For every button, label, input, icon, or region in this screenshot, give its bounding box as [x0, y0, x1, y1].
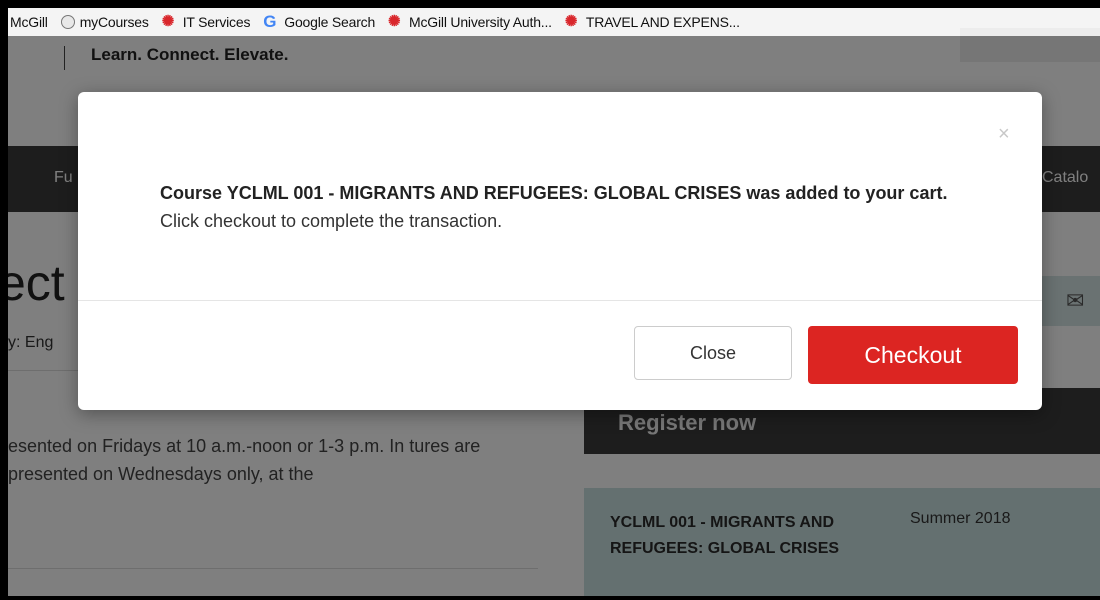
cart-confirmation-message: Course YCLML 001 - MIGRANTS AND REFUGEES… — [160, 183, 948, 203]
bookmark-label: myCourses — [79, 14, 149, 30]
bookmark-mcgill[interactable]: McGill — [10, 14, 48, 30]
bookmark-label: IT Services — [182, 14, 251, 30]
bookmark-travel-expense[interactable]: ✺ TRAVEL AND EXPENS... — [565, 14, 740, 30]
close-icon[interactable]: × — [998, 124, 1010, 144]
bookmark-label: McGill — [10, 14, 48, 30]
bookmark-google-search[interactable]: G Google Search — [263, 12, 376, 31]
checkout-button[interactable]: Checkout — [808, 326, 1018, 384]
bookmark-it-services[interactable]: ✺ IT Services — [162, 14, 251, 30]
dialog-divider — [78, 300, 1042, 301]
mcgill-bird-icon: ✺ — [161, 13, 175, 30]
bookmark-mcgill-auth[interactable]: ✺ McGill University Auth... — [388, 14, 552, 30]
dialog-body: Course YCLML 001 - MIGRANTS AND REFUGEES… — [160, 178, 960, 234]
mcgill-bird-icon: ✺ — [564, 13, 578, 30]
globe-icon — [60, 15, 75, 29]
bookmark-mycourses[interactable]: myCourses — [60, 14, 149, 30]
checkout-instruction: Click checkout to complete the transacti… — [160, 211, 503, 231]
browser-screen: McGill myCourses ✺ IT Services G Google … — [8, 8, 1100, 596]
bookmark-label: Google Search — [284, 14, 376, 30]
bookmarks-bar: McGill myCourses ✺ IT Services G Google … — [8, 8, 1100, 37]
bookmark-label: TRAVEL AND EXPENS... — [585, 14, 740, 30]
bookmark-label: McGill University Auth... — [409, 14, 552, 30]
close-button[interactable]: Close — [634, 326, 792, 380]
mcgill-bird-icon: ✺ — [388, 13, 401, 30]
google-icon: G — [263, 12, 277, 31]
add-to-cart-dialog: × Course YCLML 001 - MIGRANTS AND REFUGE… — [78, 92, 1042, 410]
